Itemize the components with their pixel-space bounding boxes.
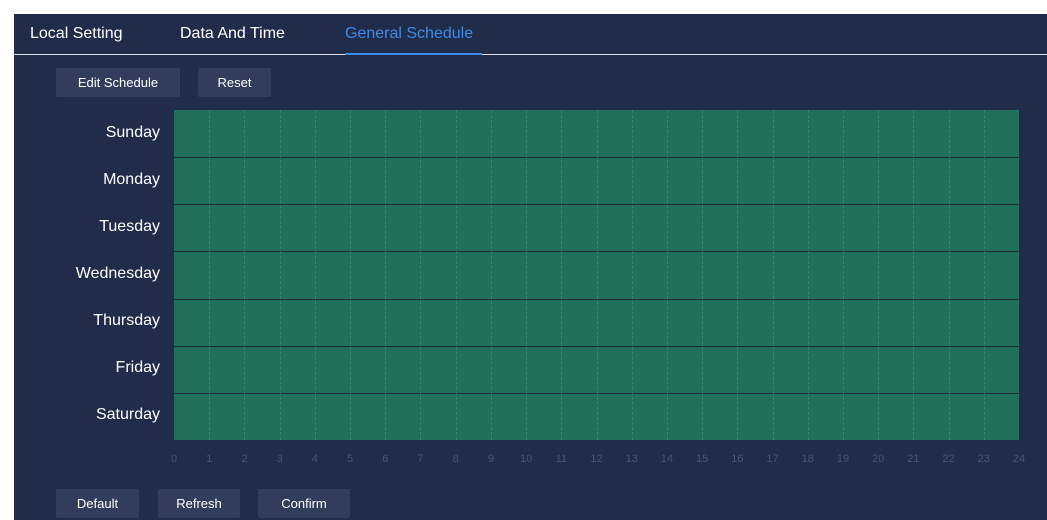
day-label: Saturday: [95, 406, 160, 424]
hour-divider: [878, 110, 880, 440]
hour-tick-label: 5: [346, 453, 354, 465]
day-label: Wednesday: [75, 265, 160, 282]
default-button[interactable]: Default: [56, 489, 139, 518]
refresh-button[interactable]: Refresh: [158, 489, 240, 518]
hour-tick-label: 19: [836, 453, 850, 465]
hour-divider: [631, 110, 633, 440]
hour-tick-label: 21: [907, 453, 920, 465]
hour-divider: [244, 110, 246, 440]
hour-divider: [455, 110, 457, 440]
hour-divider: [385, 110, 387, 440]
hour-tick-label: 20: [872, 453, 885, 465]
hour-tick-label: 0: [170, 453, 178, 465]
hour-tick-label: 3: [276, 453, 283, 465]
hour-divider: [490, 110, 492, 440]
day-label: Friday: [115, 359, 160, 377]
hour-divider: [913, 110, 915, 440]
hour-tick-label: 7: [417, 453, 424, 465]
hour-tick-label: 14: [660, 453, 674, 465]
hour-tick-label: 24: [1012, 453, 1026, 465]
hour-divider: [561, 110, 563, 440]
edit-schedule-button[interactable]: Edit Schedule: [56, 68, 180, 97]
hour-tick-label: 1: [206, 453, 213, 465]
tab-general-schedule[interactable]: General Schedule: [345, 25, 473, 43]
tab-bar: Local Setting Data And Time General Sche…: [14, 14, 1047, 56]
hour-tick-label: 9: [487, 453, 494, 465]
confirm-button[interactable]: Confirm: [258, 489, 350, 518]
hour-divider: [948, 110, 950, 440]
hour-divider: [702, 110, 704, 440]
hour-tick-label: 16: [731, 453, 744, 465]
hour-divider: [842, 110, 844, 440]
hour-divider: [420, 110, 422, 440]
hour-tick-label: 22: [942, 453, 955, 465]
tab-local-setting[interactable]: Local Setting: [30, 25, 123, 43]
reset-button[interactable]: Reset: [198, 68, 271, 97]
hour-divider: [209, 110, 211, 440]
hour-tick-label: 11: [555, 453, 567, 465]
day-label: Monday: [103, 170, 160, 188]
active-tab-indicator: [345, 53, 482, 55]
hour-divider: [350, 110, 352, 440]
hour-tick-label: 17: [766, 453, 779, 465]
hour-divider: [279, 110, 281, 440]
day-label: Thursday: [93, 312, 160, 330]
hour-divider: [807, 110, 809, 440]
day-label: Tuesday: [99, 217, 160, 235]
hour-tick-label: 8: [452, 453, 459, 465]
hour-divider: [772, 110, 774, 440]
hour-divider: [737, 110, 739, 440]
hour-tick-label: 12: [590, 453, 603, 465]
hour-tick-label: 15: [696, 453, 709, 465]
day-label: Sunday: [105, 123, 160, 141]
hour-divider: [314, 110, 316, 440]
hour-divider: [983, 110, 985, 440]
hour-tick-label: 18: [801, 453, 814, 465]
hour-divider: [526, 110, 528, 440]
schedule-panel: Local Setting Data And Time General Sche…: [14, 14, 1047, 520]
hour-divider: [666, 110, 668, 440]
hour-tick-label: 4: [311, 453, 318, 465]
hour-tick-label: 2: [241, 453, 248, 465]
hour-tick-label: 6: [382, 453, 389, 465]
hour-divider: [596, 110, 598, 440]
tab-data-and-time[interactable]: Data And Time: [180, 25, 285, 43]
hour-tick-label: 13: [625, 453, 638, 465]
hour-tick-label: 23: [977, 453, 990, 465]
schedule-grid[interactable]: [174, 110, 1019, 440]
tabs-divider: [14, 54, 1047, 55]
hour-tick-label: 10: [519, 453, 533, 465]
